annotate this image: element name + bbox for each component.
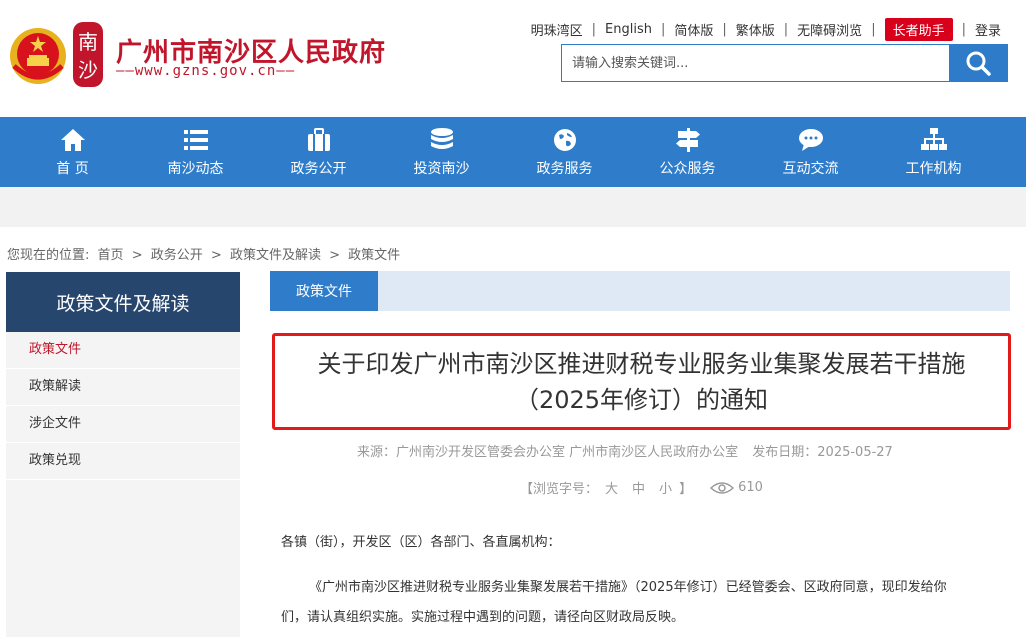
link-traditional[interactable]: 繁体版 bbox=[727, 20, 784, 39]
nav-label: 南沙动态 bbox=[167, 161, 224, 177]
national-emblem-icon bbox=[10, 28, 66, 84]
view-count-value: 610 bbox=[738, 480, 763, 495]
view-count: 610 bbox=[710, 480, 763, 495]
breadcrumb-gov-open[interactable]: 政务公开 bbox=[151, 248, 203, 263]
nav-label: 投资南沙 bbox=[413, 161, 470, 177]
nansha-logo: 南 沙 bbox=[73, 22, 103, 87]
article-paragraph-line2: 们，请认真组织实施。实施过程中遇到的问题，请径向区财政局反映。 bbox=[281, 610, 685, 625]
font-size-controls: 【浏览字号： 大 中 小 】 610 bbox=[520, 478, 763, 497]
search-bar bbox=[561, 44, 1008, 82]
breadcrumb-separator: > bbox=[329, 248, 340, 263]
article-paragraph-line1: 《广州市南沙区推进财税专业服务业集聚发展若干措施》（2025年修订）已经管委会、… bbox=[309, 580, 947, 595]
sidebar-item-policy-interpretation[interactable]: 政策解读 bbox=[6, 369, 240, 406]
site-header: 南 沙 广州市南沙区人民政府 ——www.gzns.gov.cn—— 明珠湾区 … bbox=[0, 0, 1026, 117]
nav-label: 政务服务 bbox=[536, 161, 593, 177]
main-nav: 首 页 南沙动态 政务公开 投资南沙 政务服务 公众服务 互动交流 工作机构 bbox=[0, 117, 1026, 187]
breadcrumb-home[interactable]: 首页 bbox=[98, 248, 124, 263]
nav-label: 公众服务 bbox=[659, 161, 716, 177]
article-salutation: 各镇（街），开发区（区）各部门、各直属机构： bbox=[281, 535, 561, 550]
gray-banner bbox=[0, 187, 1026, 227]
list-icon bbox=[183, 130, 208, 150]
elder-assistant-button[interactable]: 长者助手 bbox=[884, 18, 953, 41]
breadcrumb-current[interactable]: 政策文件 bbox=[348, 248, 400, 263]
globe-icon bbox=[553, 129, 576, 151]
nav-news[interactable]: 南沙动态 bbox=[134, 117, 257, 187]
font-large-button[interactable]: 大 bbox=[605, 478, 618, 497]
eye-icon bbox=[710, 481, 735, 494]
article-title-line1: 关于印发广州市南沙区推进财税专业服务业集聚发展若干措施 bbox=[317, 349, 966, 378]
nav-home[interactable]: 首 页 bbox=[11, 117, 134, 187]
nav-label: 互动交流 bbox=[782, 161, 839, 177]
org-chart-icon bbox=[920, 128, 947, 150]
article-source: 来源：广州南沙开发区管委会办公室 广州市南沙区人民政府办公室 bbox=[357, 445, 739, 460]
section-tab-bar: 政策文件 bbox=[270, 271, 1010, 311]
breadcrumb-separator: > bbox=[131, 248, 143, 263]
search-button[interactable] bbox=[949, 45, 1007, 81]
search-input[interactable] bbox=[562, 45, 949, 81]
chat-bubble-icon bbox=[798, 129, 823, 151]
link-mingzhu-bay[interactable]: 明珠湾区 bbox=[522, 20, 592, 39]
nav-org[interactable]: 工作机构 bbox=[872, 117, 995, 187]
nav-gov-service[interactable]: 政务服务 bbox=[503, 117, 626, 187]
signpost-icon bbox=[675, 128, 700, 152]
svg-text:南: 南 bbox=[78, 30, 98, 54]
nav-gov-open[interactable]: 政务公开 bbox=[257, 117, 380, 187]
font-size-close: 】 bbox=[679, 482, 693, 497]
login-link[interactable]: 登录 bbox=[966, 20, 1010, 39]
article-title-line2: （2025年修订）的通知 bbox=[514, 385, 769, 414]
nav-label: 工作机构 bbox=[905, 161, 962, 177]
nav-interact[interactable]: 互动交流 bbox=[749, 117, 872, 187]
link-simplified[interactable]: 简体版 bbox=[665, 20, 722, 39]
font-small-button[interactable]: 小 bbox=[659, 478, 672, 497]
font-size-label: 【浏览字号： bbox=[520, 482, 599, 497]
sidebar-item-policy-fulfillment[interactable]: 政策兑现 bbox=[6, 443, 240, 480]
separator: | bbox=[871, 22, 876, 37]
font-medium-button[interactable]: 中 bbox=[632, 478, 645, 497]
coins-stack-icon bbox=[430, 128, 453, 149]
breadcrumb: 您现在的位置: 首页 > 政务公开 > 政策文件及解读 > 政策文件 bbox=[7, 244, 404, 263]
svg-text:沙: 沙 bbox=[78, 58, 98, 82]
sidebar-item-policy-docs[interactable]: 政策文件 bbox=[6, 332, 240, 369]
search-icon bbox=[966, 51, 991, 76]
sidebar: 政策文件 政策解读 涉企文件 政策兑现 bbox=[6, 332, 240, 637]
breadcrumb-prefix: 您现在的位置: bbox=[7, 248, 90, 263]
nav-label: 政务公开 bbox=[290, 161, 347, 177]
briefcase-icon bbox=[307, 128, 330, 151]
breadcrumb-docs[interactable]: 政策文件及解读 bbox=[230, 248, 321, 263]
article-meta: 来源：广州南沙开发区管委会办公室 广州市南沙区人民政府办公室 发布日期：2025… bbox=[357, 441, 903, 460]
site-url: ——www.gzns.gov.cn—— bbox=[116, 63, 296, 79]
article-date: 发布日期：2025-05-27 bbox=[752, 445, 893, 460]
top-links: 明珠湾区 | English | 简体版 | 繁体版 | 无障碍浏览 | 长者助… bbox=[522, 18, 1010, 41]
breadcrumb-separator: > bbox=[210, 248, 222, 263]
nav-label: 首 页 bbox=[56, 161, 89, 177]
sidebar-item-enterprise-docs[interactable]: 涉企文件 bbox=[6, 406, 240, 443]
link-english[interactable]: English bbox=[596, 22, 661, 37]
link-accessible[interactable]: 无障碍浏览 bbox=[788, 20, 871, 39]
nav-invest[interactable]: 投资南沙 bbox=[380, 117, 503, 187]
nav-public-service[interactable]: 公众服务 bbox=[626, 117, 749, 187]
article-title: 关于印发广州市南沙区推进财税专业服务业集聚发展若干措施 （2025年修订）的通知 bbox=[272, 333, 1011, 430]
tab-policy-docs[interactable]: 政策文件 bbox=[270, 271, 378, 311]
home-icon bbox=[60, 129, 85, 151]
sidebar-title: 政策文件及解读 bbox=[6, 272, 240, 332]
